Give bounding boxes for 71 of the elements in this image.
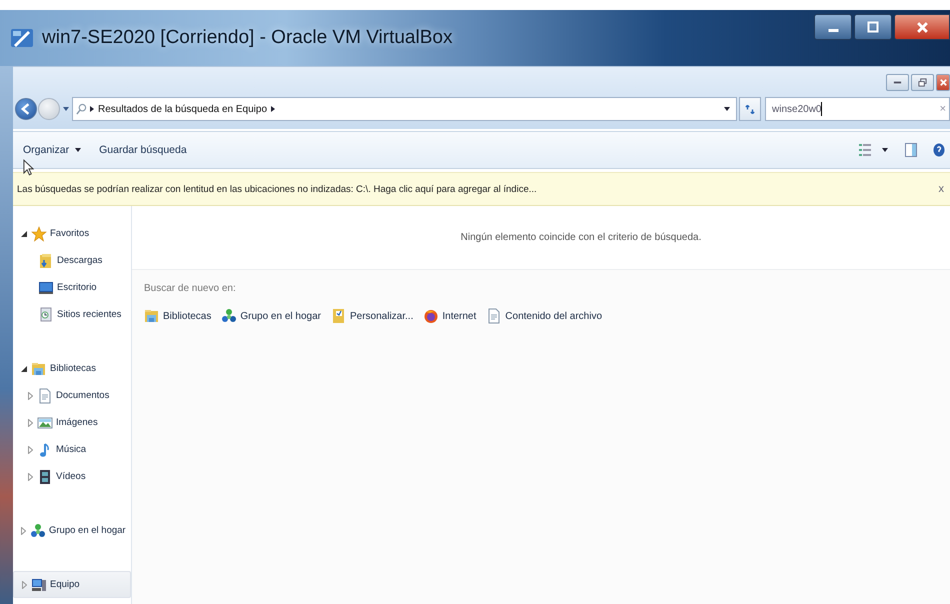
chevron-icon[interactable] (271, 106, 276, 112)
star-icon (31, 226, 47, 242)
search-again-label: Buscar de nuevo en: (144, 283, 236, 294)
nav-item[interactable]: Documentos (13, 382, 131, 409)
caret-icon[interactable] (724, 107, 730, 111)
restore-icon (918, 78, 927, 87)
library-icon (144, 308, 160, 324)
close-button[interactable] (894, 14, 950, 40)
maximize-button[interactable] (854, 14, 892, 40)
chevron-icon[interactable] (90, 106, 94, 112)
collapsed-arrow-icon[interactable] (21, 526, 26, 534)
collapsed-arrow-icon[interactable] (28, 418, 33, 426)
nav-item[interactable]: Grupo en el hogar (13, 517, 131, 544)
info-message: Las búsquedas se podrían realizar con lentitud en las ubicaciones no indizadas: C:\. Haga clic aquí para agregar al índice... (17, 184, 537, 194)
cursor-icon (23, 159, 34, 176)
nav-item[interactable]: Escritorio (13, 274, 131, 301)
nav-item[interactable]: Bibliotecas (13, 355, 131, 382)
caret-icon[interactable] (882, 148, 888, 152)
search-location-link[interactable]: Bibliotecas (144, 308, 212, 324)
help-icon[interactable] (933, 143, 945, 157)
maximize-icon (867, 21, 879, 33)
search-location-link[interactable]: Contenido del archivo (486, 308, 602, 324)
empty-message: Ningún elemento coincide con el criterio de búsqueda. (460, 232, 702, 243)
search-location-link[interactable]: Internet (423, 308, 476, 324)
search-icon (76, 102, 87, 116)
address-bar[interactable]: Resultados de la búsqueda en Equipo (72, 97, 737, 121)
collapsed-arrow-icon[interactable] (28, 392, 33, 400)
search-location-link[interactable]: Personalizar... (330, 308, 414, 324)
film-icon (37, 468, 53, 484)
refresh-icon (745, 102, 755, 116)
nav-item[interactable]: Música (13, 436, 131, 463)
monitor-icon (38, 280, 54, 296)
image-icon (37, 414, 53, 430)
nav-item[interactable]: Vídeos (13, 463, 131, 490)
homegroup-icon (221, 308, 238, 324)
refresh-button[interactable] (739, 97, 761, 121)
search-field[interactable]: winse20w0 × (765, 97, 950, 121)
document-icon (37, 388, 53, 404)
toolbar-button[interactable]: Organizar (19, 141, 86, 159)
view-options-icon[interactable] (859, 143, 871, 157)
nav-item[interactable]: Imágenes (13, 409, 131, 436)
nav-item[interactable]: Equipo (13, 571, 131, 598)
expanded-arrow-icon[interactable] (21, 366, 27, 372)
minimize-button[interactable] (814, 14, 852, 40)
app-icon (10, 26, 34, 50)
collapsed-arrow-icon[interactable] (28, 446, 33, 454)
close-button[interactable] (936, 74, 950, 91)
close-icon (916, 20, 928, 34)
window-title: win7-SE2020 [Corriendo] - Oracle VM VirtualBox (42, 27, 452, 49)
expanded-arrow-icon[interactable] (21, 230, 27, 236)
document-icon (486, 308, 502, 324)
close-button[interactable]: x (938, 183, 944, 195)
nav-item[interactable]: Favoritos (13, 220, 131, 247)
minimize-icon (828, 29, 838, 32)
toolbar-button[interactable]: Guardar búsqueda (95, 141, 191, 159)
recent-places-icon (38, 306, 54, 322)
library-icon (31, 360, 47, 376)
folder-check-icon (330, 308, 347, 324)
collapsed-arrow-icon[interactable] (28, 472, 33, 480)
search-location-link[interactable]: Grupo en el hogar (221, 308, 321, 324)
close-icon (938, 78, 948, 87)
computer-icon (31, 576, 47, 592)
folder-icon (38, 252, 54, 268)
nav-item[interactable]: Descargas (13, 247, 131, 274)
globe-icon (423, 308, 440, 324)
preview-pane-icon[interactable] (905, 143, 917, 157)
nav-item[interactable]: Sitios recientes (13, 301, 131, 328)
breadcrumb[interactable]: Resultados de la búsqueda en Equipo (98, 104, 268, 114)
restore-button[interactable] (911, 74, 934, 91)
back-button[interactable] (15, 98, 37, 120)
homegroup-icon (30, 522, 46, 538)
